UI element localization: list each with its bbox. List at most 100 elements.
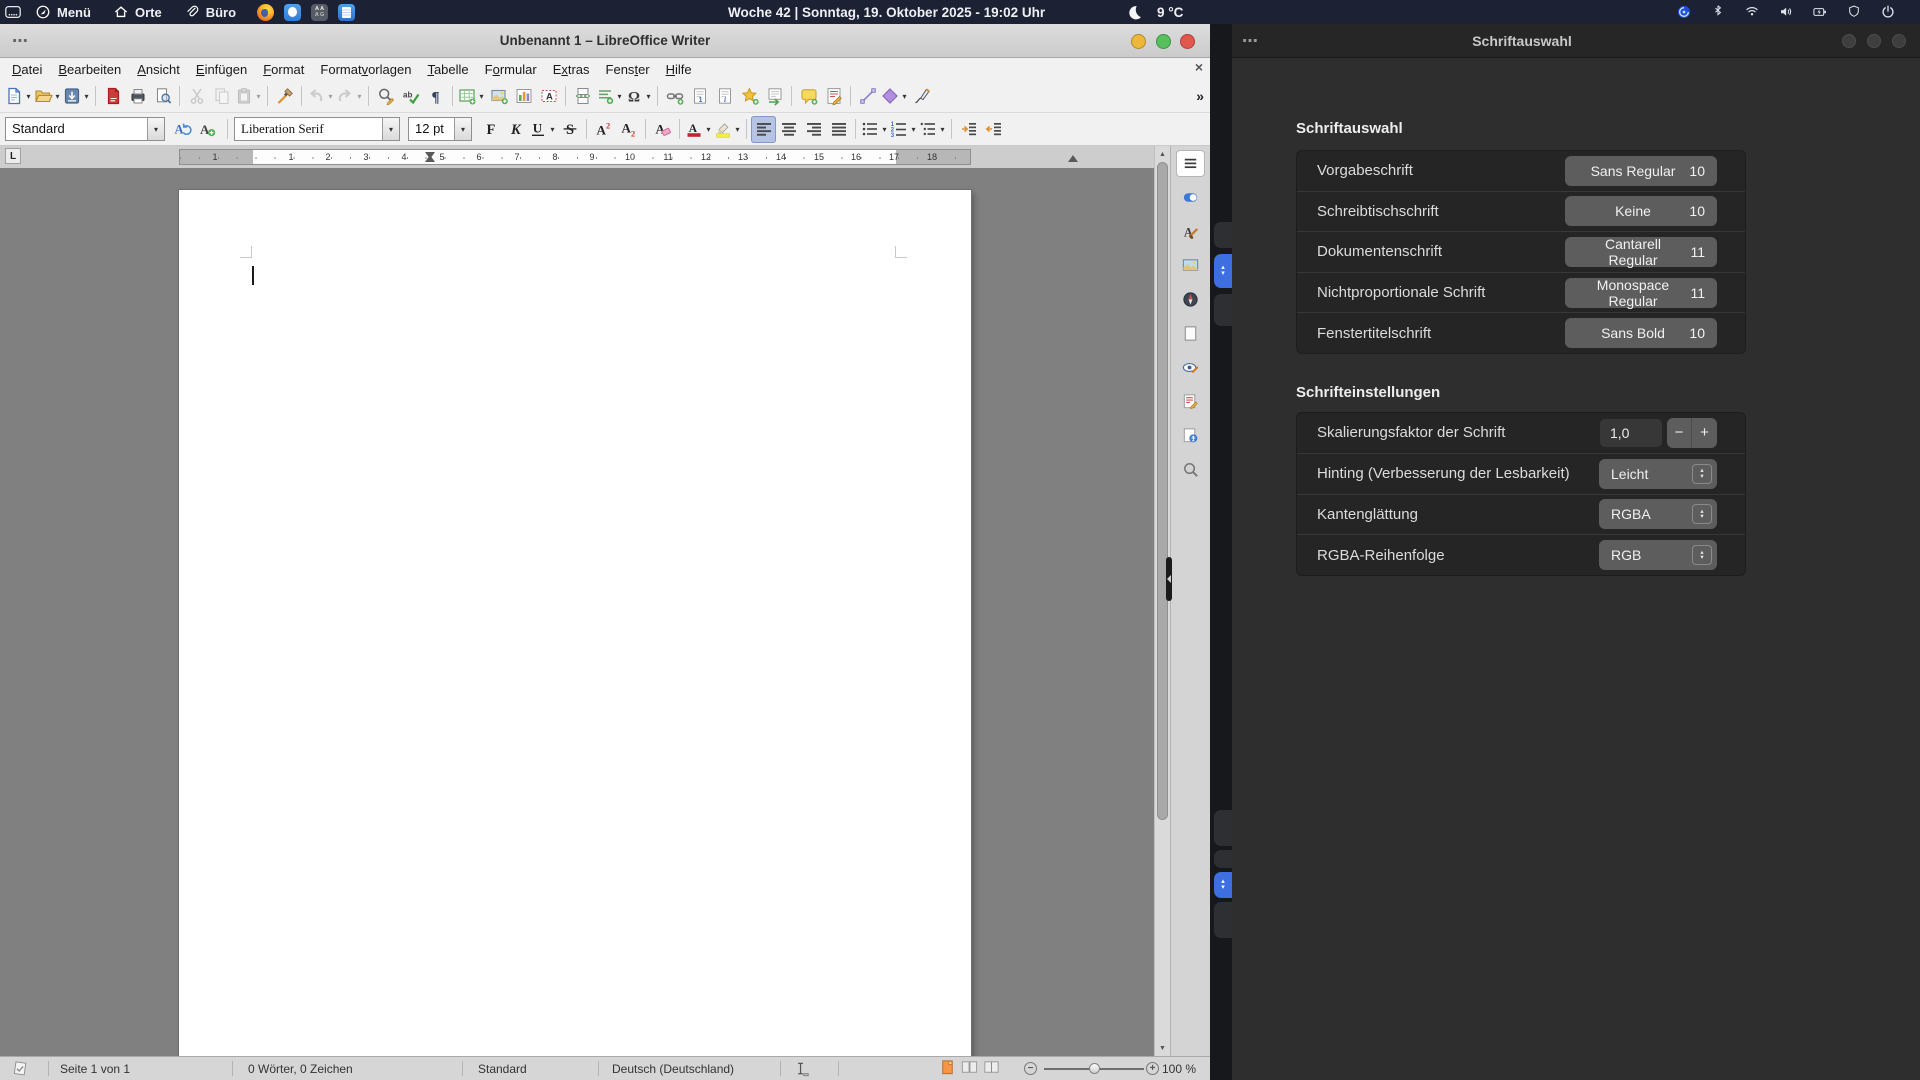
sidebar-tab-manage-changes[interactable] bbox=[1177, 389, 1204, 414]
dropdown-arrow-icon[interactable] bbox=[644, 92, 653, 101]
signature-status-icon[interactable] bbox=[12, 1057, 30, 1080]
align-center-button[interactable] bbox=[776, 116, 801, 143]
dropdown-arrow-icon[interactable] bbox=[733, 125, 742, 134]
underline-button[interactable]: U bbox=[528, 116, 557, 143]
basic-shapes-button[interactable] bbox=[880, 83, 909, 110]
document-page[interactable] bbox=[179, 190, 971, 1056]
horizontal-ruler[interactable]: 1 1 2 3 4 5 6 7 8 9 10 11 12 13 14 15 16 17 18 bbox=[179, 149, 1078, 165]
dropdown-arrow-icon[interactable] bbox=[82, 92, 91, 101]
dropdown-arrow-icon[interactable] bbox=[53, 92, 62, 101]
window-menu-icon[interactable]: ⋯ bbox=[1242, 24, 1258, 58]
fontdialog-headerbar[interactable]: ⋯ Schriftauswahl bbox=[1232, 24, 1920, 58]
antialiasing-dropdown[interactable]: RGBA bbox=[1599, 499, 1717, 530]
cross-reference-button[interactable] bbox=[762, 83, 787, 110]
panel-weather[interactable]: 9 °C bbox=[1126, 0, 1183, 24]
font-name-combo[interactable]: Liberation Serif bbox=[234, 117, 400, 141]
combo-dropdown-icon[interactable] bbox=[147, 118, 164, 140]
writer-titlebar[interactable]: ⋯ Unbenannt 1 – LibreOffice Writer bbox=[0, 24, 1210, 58]
sidebar-tab-find[interactable] bbox=[1177, 457, 1204, 482]
redo-button[interactable] bbox=[335, 83, 364, 110]
fonts-app-icon[interactable] bbox=[311, 3, 329, 21]
insert-table-button[interactable] bbox=[457, 83, 486, 110]
menu-einfügen[interactable]: Einfügen bbox=[188, 60, 255, 79]
zoom-level-label[interactable]: 100 % bbox=[1162, 1057, 1196, 1080]
menu-formular[interactable]: Formular bbox=[477, 60, 545, 79]
close-button[interactable] bbox=[1180, 34, 1195, 49]
sidebar-tab-sidebar-menu[interactable] bbox=[1177, 151, 1204, 176]
paste-button[interactable] bbox=[234, 83, 263, 110]
outline-list-button[interactable] bbox=[918, 116, 947, 143]
insert-line-button[interactable] bbox=[855, 83, 880, 110]
bluetooth-icon[interactable] bbox=[1710, 4, 1726, 20]
font-picker-button[interactable]: Sans Bold 10 bbox=[1565, 318, 1717, 349]
shield-icon[interactable] bbox=[1846, 4, 1862, 20]
endnote-button[interactable]: i bbox=[712, 83, 737, 110]
combo-dropdown-icon[interactable] bbox=[382, 118, 399, 140]
right-indent-marker[interactable] bbox=[1068, 155, 1078, 162]
app-indicator-icon[interactable] bbox=[1676, 4, 1692, 20]
menu-ansicht[interactable]: Ansicht bbox=[129, 60, 188, 79]
insert-image-button[interactable] bbox=[486, 83, 511, 110]
dropdown-arrow-icon[interactable] bbox=[254, 92, 263, 101]
font-picker-button[interactable]: Keine 10 bbox=[1565, 196, 1717, 227]
wifi-icon[interactable] bbox=[1744, 4, 1760, 20]
print-preview-button[interactable] bbox=[150, 83, 175, 110]
document-area[interactable] bbox=[0, 168, 1154, 1056]
menu-button[interactable]: Menü bbox=[26, 0, 100, 24]
dropdown-arrow-icon[interactable] bbox=[24, 92, 33, 101]
close-button[interactable] bbox=[1892, 34, 1906, 48]
minimize-button[interactable] bbox=[1131, 34, 1146, 49]
maximize-button[interactable] bbox=[1867, 34, 1881, 48]
sidebar-tab-styles[interactable]: A bbox=[1177, 219, 1204, 244]
numbered-list-button[interactable]: 123 bbox=[889, 116, 918, 143]
window-list-icon[interactable] bbox=[4, 3, 22, 21]
menu-bearbeiten[interactable]: Bearbeiten bbox=[50, 60, 129, 79]
page-count-status[interactable]: Seite 1 von 1 bbox=[60, 1057, 130, 1080]
insert-mode-icon[interactable] bbox=[792, 1057, 811, 1080]
sidebar-tab-properties[interactable] bbox=[1177, 185, 1204, 210]
page-break-button[interactable] bbox=[570, 83, 595, 110]
track-changes-button[interactable] bbox=[821, 83, 846, 110]
export-pdf-button[interactable] bbox=[100, 83, 125, 110]
zoom-in-button[interactable]: + bbox=[1146, 1062, 1159, 1075]
save-button[interactable] bbox=[62, 83, 91, 110]
footnote-button[interactable]: 1 bbox=[687, 83, 712, 110]
word-count-status[interactable]: 0 Wörter, 0 Zeichen bbox=[248, 1057, 353, 1080]
paragraph-style-combo[interactable]: Standard bbox=[5, 117, 165, 141]
multi-page-view-button[interactable] bbox=[960, 1058, 979, 1080]
menu-format[interactable]: Format bbox=[255, 60, 312, 79]
dropdown-arrow-icon[interactable] bbox=[326, 92, 335, 101]
indent-increase-button[interactable] bbox=[956, 116, 981, 143]
vertical-scrollbar[interactable]: ▲ ▼ bbox=[1154, 146, 1170, 1056]
align-justify-button[interactable] bbox=[826, 116, 851, 143]
bullet-list-button[interactable] bbox=[860, 116, 889, 143]
zoom-out-button[interactable]: − bbox=[1024, 1062, 1037, 1075]
menu-fenster[interactable]: Fenster bbox=[598, 60, 658, 79]
bold-button[interactable]: F bbox=[478, 116, 503, 143]
print-button[interactable] bbox=[125, 83, 150, 110]
page-style-status[interactable]: Standard bbox=[478, 1057, 527, 1080]
font-color-button[interactable]: A bbox=[684, 116, 713, 143]
tab-stop-selector[interactable]: L bbox=[5, 148, 21, 164]
single-page-view-button[interactable] bbox=[938, 1058, 957, 1080]
italic-button[interactable]: K bbox=[503, 116, 528, 143]
font-picker-button[interactable]: Cantarell Regular 11 bbox=[1565, 236, 1717, 268]
highlight-color-button[interactable] bbox=[713, 116, 742, 143]
hinting-dropdown[interactable]: Leicht bbox=[1599, 458, 1717, 489]
volume-icon[interactable] bbox=[1778, 4, 1794, 20]
battery-charging-icon[interactable] bbox=[1812, 4, 1828, 20]
font-size-combo[interactable]: 12 pt bbox=[408, 117, 472, 141]
font-picker-button[interactable]: Monospace Regular 11 bbox=[1565, 277, 1717, 309]
menu-datei[interactable]: Datei bbox=[4, 60, 50, 79]
panel-clock[interactable]: Woche 42 | Sonntag, 19. Oktober 2025 - 1… bbox=[728, 0, 1045, 24]
align-left-button[interactable] bbox=[751, 115, 776, 143]
menu-tabelle[interactable]: Tabelle bbox=[419, 60, 476, 79]
power-icon[interactable] bbox=[1880, 4, 1896, 20]
sidebar-tab-page-deck[interactable] bbox=[1177, 321, 1204, 346]
window-menu-icon[interactable]: ⋯ bbox=[12, 24, 29, 57]
dropdown-arrow-icon[interactable] bbox=[477, 92, 486, 101]
copy-button[interactable] bbox=[209, 83, 234, 110]
special-character-button[interactable]: Ω bbox=[624, 83, 653, 110]
sidebar-tab-style-inspector[interactable] bbox=[1177, 355, 1204, 380]
dropdown-arrow-icon[interactable] bbox=[909, 125, 918, 134]
